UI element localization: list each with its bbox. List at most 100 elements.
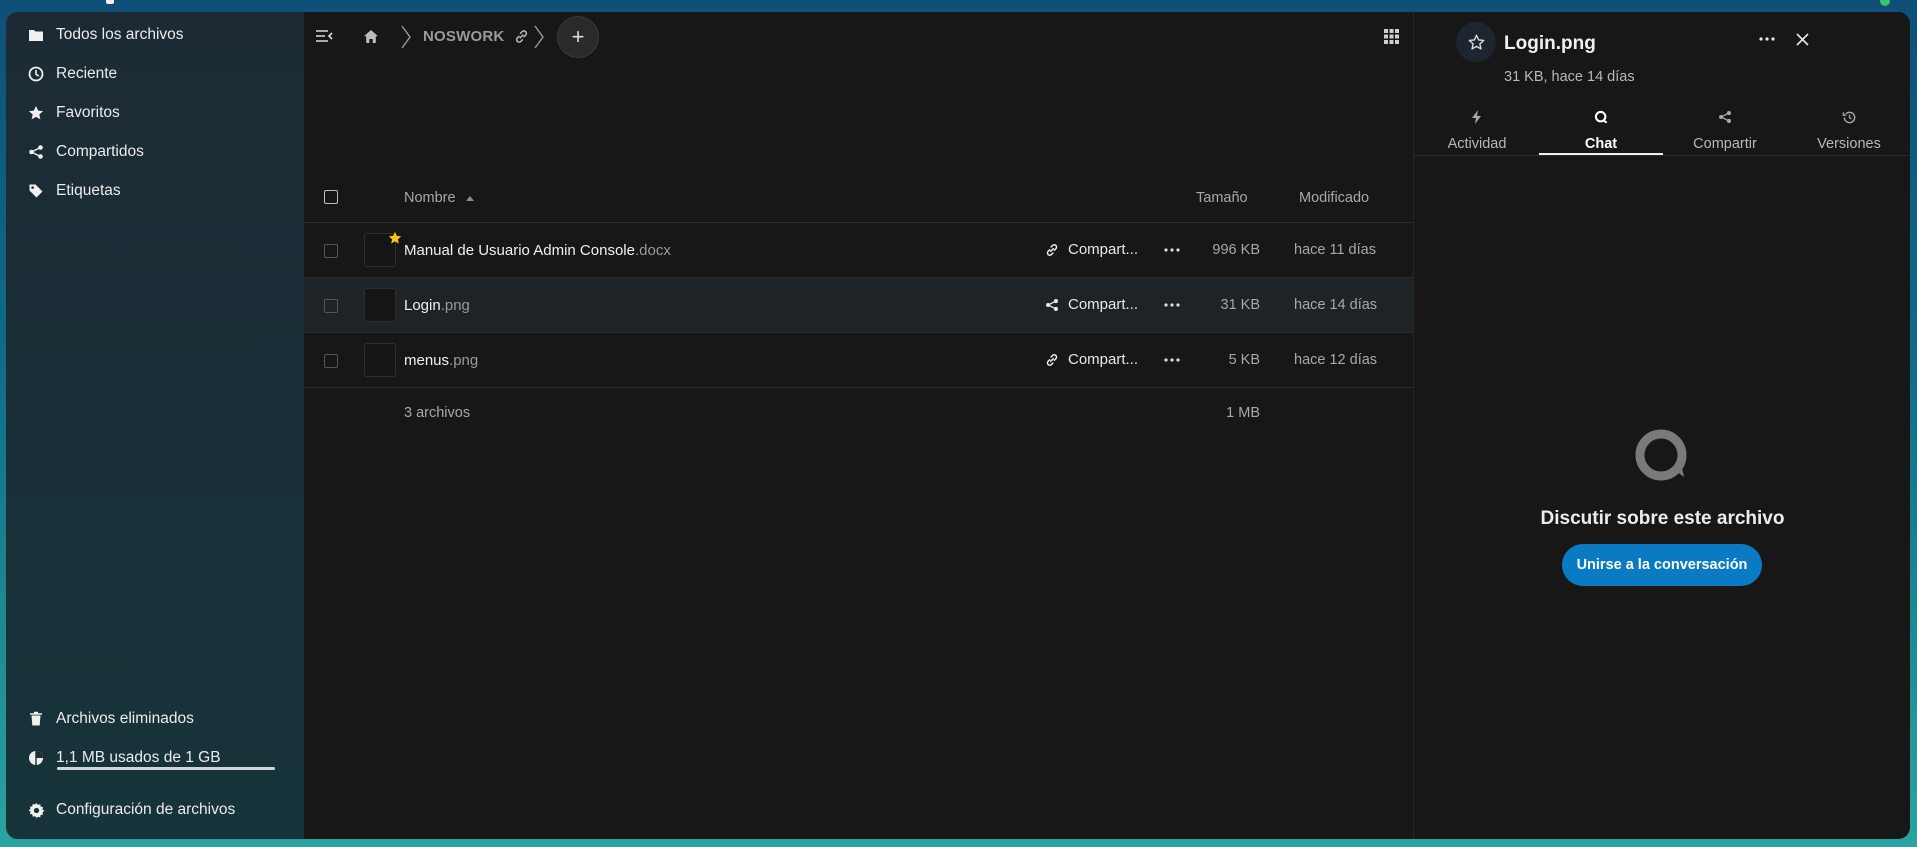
file-name[interactable]: Login.png bbox=[404, 297, 470, 314]
file-name[interactable]: Manual de Usuario Admin Console.docx bbox=[404, 242, 671, 259]
breadcrumb: NOSWORK + bbox=[304, 12, 1413, 58]
grid-icon bbox=[1383, 28, 1399, 44]
file-extension: .docx bbox=[634, 242, 671, 259]
column-header-name[interactable]: Nombre bbox=[404, 190, 474, 206]
file-size: 996 KB bbox=[1212, 242, 1260, 258]
tab-label: Compartir bbox=[1693, 136, 1757, 152]
empty-content-title: Discutir sobre este archivo bbox=[1540, 508, 1785, 529]
table-row[interactable]: Manual de Usuario Admin Console.docx Com… bbox=[304, 223, 1413, 278]
star-outline-icon bbox=[1468, 34, 1484, 50]
nav-item-label: Compartidos bbox=[56, 143, 144, 160]
tab-activity[interactable]: Actividad bbox=[1415, 94, 1539, 154]
gear-icon bbox=[26, 800, 46, 820]
join-conversation-button[interactable]: Unirse a la conversación bbox=[1562, 544, 1762, 586]
select-all-checkbox[interactable] bbox=[324, 190, 338, 204]
breadcrumb-folder[interactable]: NOSWORK bbox=[423, 28, 504, 45]
nav-item-trash[interactable]: Archivos eliminados bbox=[6, 699, 304, 739]
row-checkbox[interactable] bbox=[324, 244, 338, 258]
nav-item-shared[interactable]: Compartidos bbox=[6, 132, 304, 172]
chevron-right-icon bbox=[534, 25, 544, 49]
file-name[interactable]: menus.png bbox=[404, 352, 478, 369]
talk-logo-icon bbox=[1635, 429, 1687, 481]
file-basename: menus bbox=[404, 352, 450, 369]
history-icon bbox=[1840, 108, 1858, 126]
trash-icon bbox=[26, 709, 46, 729]
file-modified: hace 12 días bbox=[1294, 352, 1378, 368]
file-thumbnail bbox=[364, 343, 396, 377]
tab-chat[interactable]: Chat bbox=[1539, 94, 1663, 155]
more-horizontal-icon bbox=[1164, 248, 1180, 252]
nav-item-all-files[interactable]: Todos los archivos bbox=[6, 15, 304, 55]
share-label: Compart... bbox=[1068, 351, 1139, 368]
table-row[interactable]: Login.png Compart... 31 KB hace 14 días bbox=[304, 278, 1413, 333]
table-row[interactable]: menus.png Compart... 5 KB hace 12 días bbox=[304, 333, 1413, 388]
nav-item-tags[interactable]: Etiquetas bbox=[6, 171, 304, 211]
quota-item[interactable]: 1,1 MB usados de 1 GB bbox=[6, 738, 304, 778]
nav-item-label: Favoritos bbox=[56, 104, 120, 121]
share-button[interactable]: Compart... bbox=[1044, 296, 1138, 313]
status-dot bbox=[1880, 0, 1890, 6]
share-label: Compart... bbox=[1068, 241, 1139, 258]
window-indicator bbox=[106, 0, 114, 4]
toggle-navigation-button[interactable] bbox=[314, 27, 334, 45]
share-icon bbox=[1716, 108, 1734, 126]
files-settings-button[interactable]: Configuración de archivos bbox=[6, 790, 304, 830]
details-sidebar: Login.png 31 KB, hace 14 días Actividad … bbox=[1413, 12, 1910, 839]
sidebar-close-button[interactable] bbox=[1791, 29, 1813, 49]
tabs-divider bbox=[1414, 155, 1910, 156]
nav-item-label: Todos los archivos bbox=[56, 26, 184, 43]
favorite-star-icon bbox=[388, 231, 402, 244]
share-label: Compart... bbox=[1068, 296, 1139, 313]
row-actions-button[interactable] bbox=[1162, 351, 1182, 369]
more-horizontal-icon bbox=[1164, 303, 1180, 307]
files-app: Todos los archivos Reciente Favoritos Co… bbox=[6, 12, 1910, 839]
share-icon bbox=[1044, 297, 1060, 313]
nav-item-label: Etiquetas bbox=[56, 182, 121, 199]
tab-sharing[interactable]: Compartir bbox=[1663, 94, 1787, 154]
share-button[interactable]: Compart... bbox=[1044, 351, 1138, 368]
share-icon bbox=[26, 142, 46, 162]
share-button[interactable]: Compart... bbox=[1044, 241, 1138, 258]
row-checkbox[interactable] bbox=[324, 299, 338, 313]
folder-icon bbox=[26, 25, 46, 45]
nav-item-favorites[interactable]: Favoritos bbox=[6, 93, 304, 133]
file-modified: hace 14 días bbox=[1294, 297, 1378, 313]
column-header-modified[interactable]: Modificado bbox=[1299, 190, 1369, 206]
chevron-right-icon bbox=[401, 25, 411, 49]
tab-label: Versiones bbox=[1817, 136, 1881, 152]
quota-progress-fill bbox=[57, 767, 275, 770]
sidebar-file-title: Login.png bbox=[1504, 33, 1596, 54]
row-actions-button[interactable] bbox=[1162, 241, 1182, 259]
settings-label: Configuración de archivos bbox=[56, 801, 236, 818]
link-icon bbox=[1044, 242, 1060, 258]
sort-ascending-icon bbox=[465, 196, 474, 202]
summary-total-size: 1 MB bbox=[1226, 405, 1260, 421]
quota-progress-bar bbox=[57, 767, 275, 770]
sidebar-more-button[interactable] bbox=[1756, 29, 1778, 49]
new-item-button[interactable]: + bbox=[557, 16, 599, 58]
table-header: Nombre Tamaño Modificado bbox=[304, 172, 1413, 223]
file-basename: Login bbox=[404, 297, 441, 314]
close-icon bbox=[1795, 32, 1809, 46]
file-modified: hace 11 días bbox=[1294, 242, 1376, 258]
breadcrumb-home[interactable] bbox=[362, 27, 380, 45]
tab-label: Chat bbox=[1584, 136, 1618, 152]
row-actions-button[interactable] bbox=[1162, 296, 1182, 314]
file-extension: .png bbox=[440, 297, 470, 314]
plus-icon: + bbox=[571, 24, 585, 49]
quota-label: 1,1 MB usados de 1 GB bbox=[56, 749, 221, 766]
more-horizontal-icon bbox=[1759, 37, 1775, 41]
row-checkbox[interactable] bbox=[324, 354, 338, 368]
more-horizontal-icon bbox=[1164, 358, 1180, 362]
file-size: 5 KB bbox=[1228, 352, 1260, 368]
link-icon bbox=[515, 29, 527, 43]
breadcrumb-share-link[interactable] bbox=[512, 27, 530, 45]
nav-item-recent[interactable]: Reciente bbox=[6, 54, 304, 94]
chat-icon bbox=[1592, 108, 1610, 126]
grid-view-toggle[interactable] bbox=[1382, 27, 1400, 45]
home-icon bbox=[364, 29, 378, 43]
tab-versions[interactable]: Versiones bbox=[1787, 94, 1910, 154]
column-header-size[interactable]: Tamaño bbox=[1196, 190, 1248, 206]
pie-chart-icon bbox=[26, 748, 46, 768]
favorite-toggle-button[interactable] bbox=[1456, 22, 1496, 62]
